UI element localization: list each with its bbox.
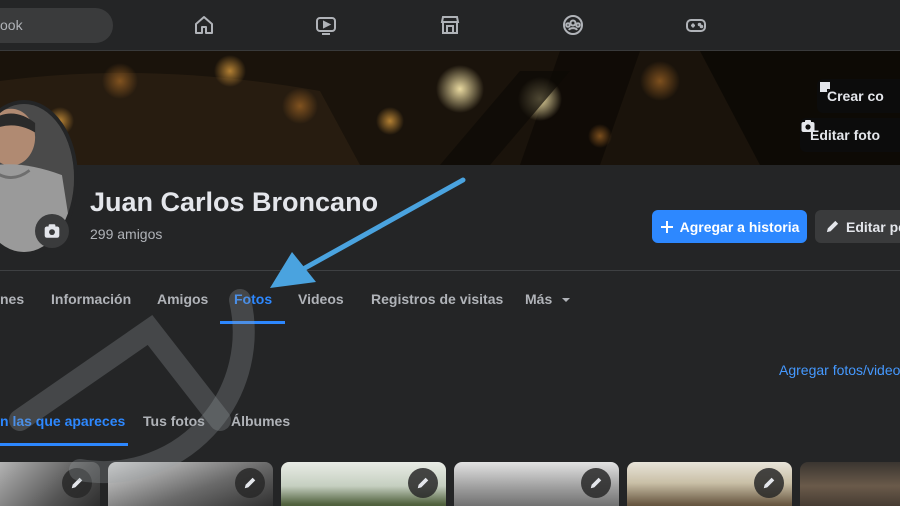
edit-profile-button[interactable]: Editar pe: [815, 210, 900, 243]
edit-cover-photo-button[interactable]: Editar foto: [800, 118, 900, 152]
tab-registros-de-visitas[interactable]: Registros de visitas: [371, 291, 503, 307]
create-icon: [820, 82, 830, 92]
update-profile-picture-button[interactable]: [35, 214, 69, 248]
edit-profile-label: Editar pe: [846, 218, 900, 235]
tab-informacion[interactable]: Información: [51, 291, 131, 307]
active-tab-indicator: [220, 321, 285, 324]
search-placeholder: ook: [0, 17, 23, 33]
photo-thumbnail[interactable]: [0, 462, 100, 506]
subtab-your-photos[interactable]: Tus fotos: [143, 413, 205, 429]
add-to-story-label: Agregar a historia: [679, 218, 800, 235]
tab-publicaciones[interactable]: nes: [0, 291, 24, 307]
pencil-icon: [417, 477, 429, 489]
create-cover-label: Crear co: [827, 88, 884, 104]
active-subtab-indicator: [0, 443, 128, 446]
top-navigation-bar: ook: [0, 0, 900, 51]
gaming-icon[interactable]: [683, 12, 709, 38]
pencil-icon: [590, 477, 602, 489]
camera-icon: [44, 224, 60, 238]
edit-photo-button[interactable]: [754, 468, 784, 498]
pencil-icon: [244, 477, 256, 489]
photo-thumbnail[interactable]: [108, 462, 273, 506]
edit-photo-button[interactable]: [235, 468, 265, 498]
profile-name: Juan Carlos Broncano: [90, 187, 379, 217]
pencil-icon: [763, 477, 775, 489]
pencil-icon: [826, 220, 839, 233]
edit-photo-button[interactable]: [62, 468, 92, 498]
photo-thumbnail[interactable]: [627, 462, 792, 506]
edit-photo-button[interactable]: [581, 468, 611, 498]
friends-count[interactable]: 299 amigos: [90, 226, 162, 242]
cover-photo: Crear co Editar foto: [0, 51, 900, 165]
tab-fotos[interactable]: Fotos: [234, 291, 272, 307]
add-photos-videos-link[interactable]: Agregar fotos/video: [779, 362, 900, 378]
photo-thumbnail[interactable]: [281, 462, 446, 506]
camera-icon: [801, 120, 815, 132]
subtab-photos-of-you[interactable]: n las que apareces: [0, 413, 125, 429]
create-cover-button[interactable]: Crear co: [817, 79, 900, 113]
tab-mas[interactable]: Más: [525, 291, 571, 307]
groups-icon[interactable]: [560, 12, 586, 38]
search-input[interactable]: ook: [0, 8, 113, 43]
add-to-story-button[interactable]: Agregar a historia: [652, 210, 807, 243]
tab-mas-label: Más: [525, 291, 553, 307]
plus-icon: [660, 220, 673, 233]
home-icon[interactable]: [191, 12, 217, 38]
photo-thumbnail[interactable]: [800, 462, 900, 506]
header-divider: [0, 270, 900, 271]
tab-videos[interactable]: Videos: [298, 291, 344, 307]
pencil-icon: [71, 477, 83, 489]
subtab-albums[interactable]: Álbumes: [231, 413, 290, 429]
caret-down-icon: [562, 298, 571, 302]
tab-amigos[interactable]: Amigos: [157, 291, 208, 307]
watch-icon[interactable]: [313, 12, 339, 38]
photo-thumbnail[interactable]: [454, 462, 619, 506]
cover-photo-image: [0, 51, 900, 165]
edit-cover-photo-label: Editar foto: [810, 127, 880, 143]
marketplace-icon[interactable]: [437, 12, 463, 38]
edit-photo-button[interactable]: [408, 468, 438, 498]
